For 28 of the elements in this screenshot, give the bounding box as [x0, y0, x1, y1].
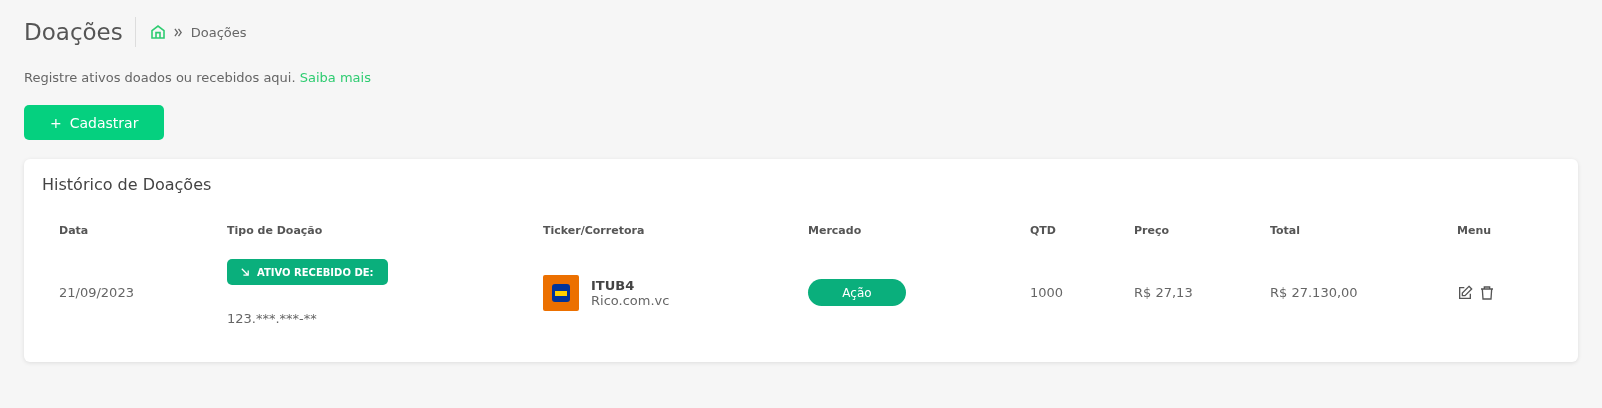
column-header: Menu — [1457, 224, 1493, 239]
bank-logo-icon — [543, 274, 579, 311]
ticker-text: ITUB4 — [591, 277, 636, 293]
column-header: Preço — [1134, 224, 1171, 239]
counterparty-text: 123.***.***-** — [227, 311, 317, 326]
column-header: Tipo de Doação — [227, 224, 324, 239]
total-cell-text: R$ 27.130,00 — [1270, 285, 1359, 300]
date-cell-text: 21/09/2023 — [59, 285, 135, 300]
card-title: Histórico de Doações — [42, 175, 213, 194]
arrow-icon — [241, 268, 249, 276]
column-header: Mercado — [808, 224, 863, 239]
trash-icon[interactable] — [1479, 284, 1495, 301]
column-header: Data — [59, 224, 90, 239]
edit-icon[interactable] — [1457, 284, 1473, 301]
add-button[interactable]: + Cadastrar — [24, 105, 165, 140]
column-header: Ticker/Corretora — [543, 224, 646, 239]
learn-more-link[interactable]: Saiba mais — [299, 70, 371, 85]
donation-type-tag: ATIVO RECEBIDO DE: — [227, 259, 388, 285]
broker-text: Rico.com.vc — [591, 292, 670, 308]
quantity-cell-text: 1000 — [1030, 285, 1065, 300]
breadcrumb-item[interactable]: Doações — [190, 24, 247, 40]
column-header: QTD — [1030, 224, 1057, 239]
intro-text: Registre ativos doados ou recebidos aqui. Saiba mais — [24, 70, 372, 85]
page-title: Doações — [24, 17, 136, 47]
column-header: Total — [1270, 224, 1302, 239]
price-cell-text: R$ 27,13 — [1134, 285, 1194, 300]
chevrons-icon — [173, 27, 183, 37]
market-tag: Ação — [808, 279, 906, 306]
